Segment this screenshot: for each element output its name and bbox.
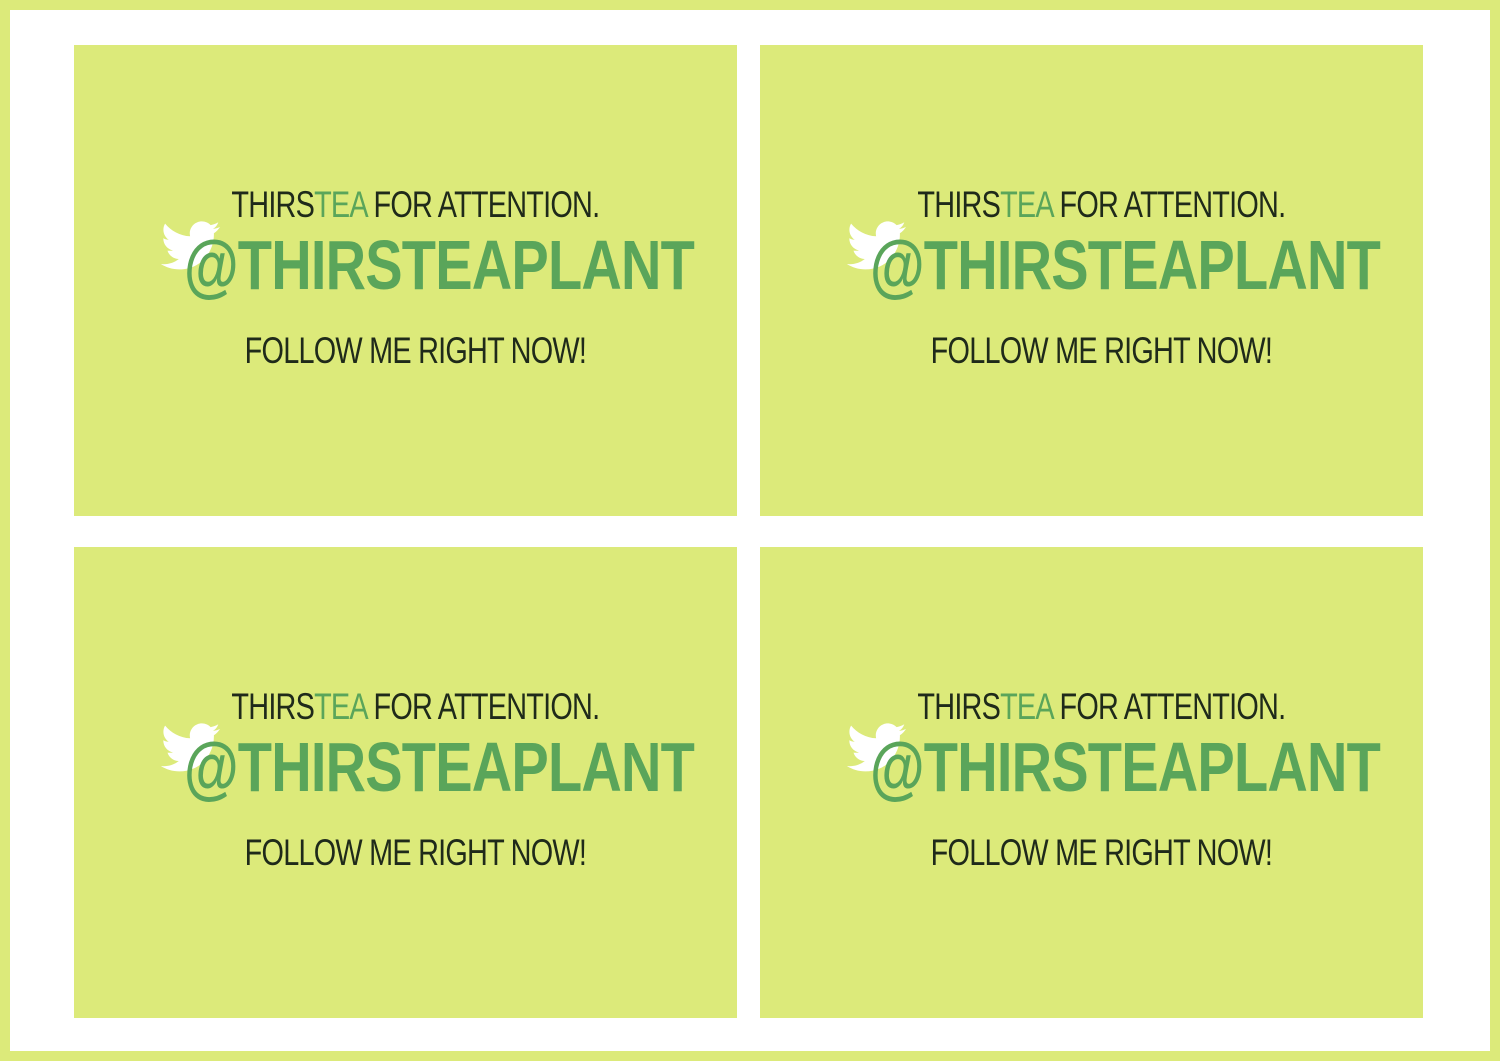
handle-group: @THIRSTEAPLANT <box>846 719 1381 819</box>
promo-card: THIRSTEA FOR ATTENTION. @THIRSTEAPLANT F… <box>760 45 1423 516</box>
twitter-handle: @THIRSTEAPLANT <box>870 226 1381 304</box>
promo-card: THIRSTEA FOR ATTENTION. @THIRSTEAPLANT F… <box>760 547 1423 1018</box>
follow-text: FOLLOW ME RIGHT NOW! <box>930 832 1273 873</box>
twitter-handle: @THIRSTEAPLANT <box>184 728 695 806</box>
promo-card: THIRSTEA FOR ATTENTION. @THIRSTEAPLANT F… <box>74 547 737 1018</box>
twitter-handle: @THIRSTEAPLANT <box>184 226 695 304</box>
handle-group: @THIRSTEAPLANT <box>160 719 695 819</box>
twitter-handle: @THIRSTEAPLANT <box>870 728 1381 806</box>
promo-card: THIRSTEA FOR ATTENTION. @THIRSTEAPLANT F… <box>74 45 737 516</box>
handle-group: @THIRSTEAPLANT <box>160 217 695 317</box>
follow-text: FOLLOW ME RIGHT NOW! <box>244 330 587 371</box>
follow-text: FOLLOW ME RIGHT NOW! <box>244 832 587 873</box>
follow-text: FOLLOW ME RIGHT NOW! <box>930 330 1273 371</box>
handle-group: @THIRSTEAPLANT <box>846 217 1381 317</box>
